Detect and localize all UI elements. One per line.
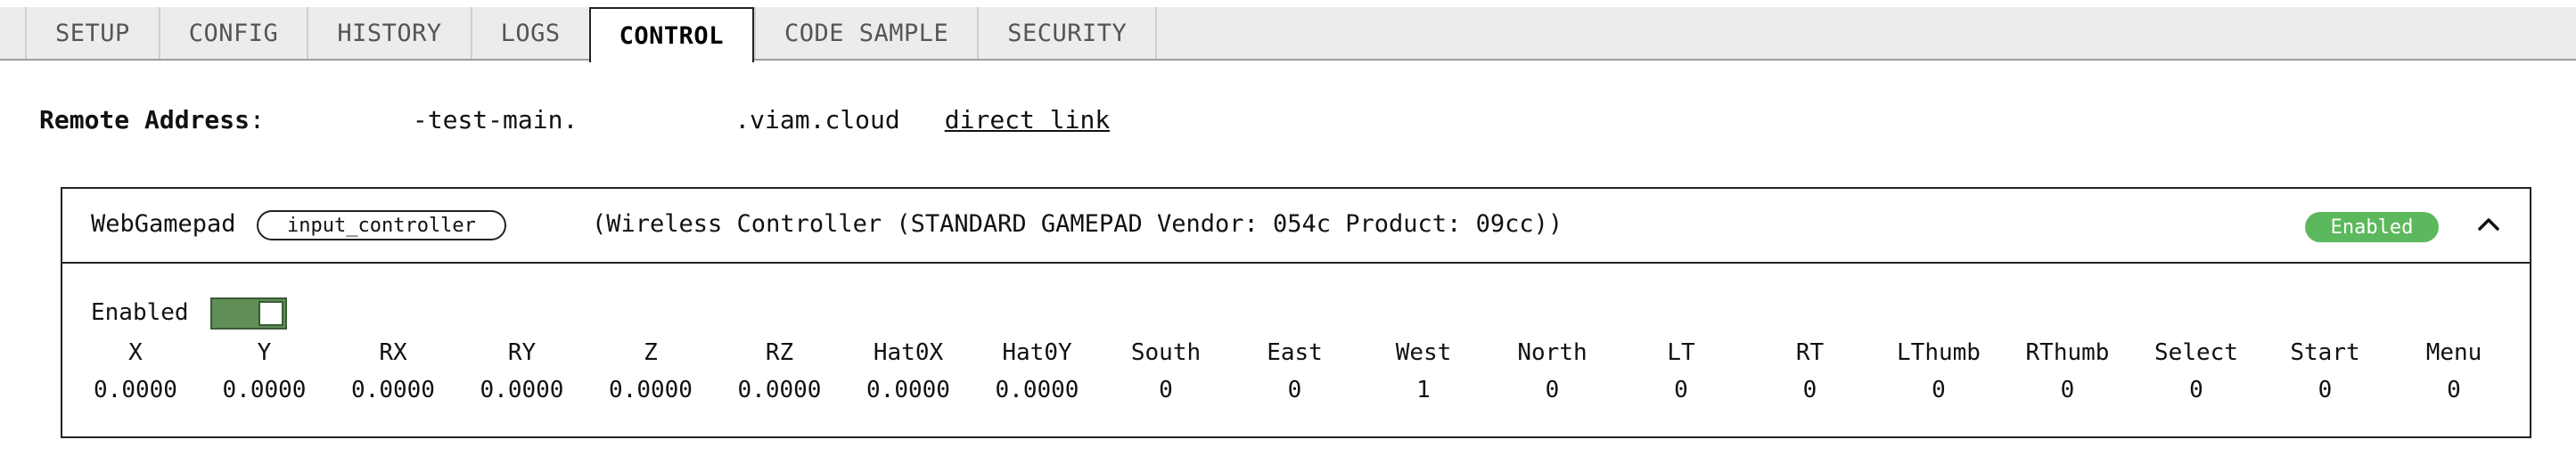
value-rz: 0.0000 <box>737 377 822 403</box>
value-east: 0 <box>1287 377 1302 403</box>
value-hat0y: 0.0000 <box>995 377 1079 403</box>
remote-address-label: Remote Address <box>39 105 250 134</box>
value-hat0x: 0.0000 <box>866 377 950 403</box>
value-rx: 0.0000 <box>351 377 435 403</box>
column-header-rthumb: RThumb <box>2025 339 2110 366</box>
enabled-label: Enabled <box>91 299 189 326</box>
value-ry: 0.0000 <box>480 377 564 403</box>
remote-host-part-2: .viam.cloud <box>734 105 900 134</box>
tab-bar: SETUP CONFIG HISTORY LOGS CONTROL CODE S… <box>0 7 2576 62</box>
column-header-y: Y <box>257 339 272 366</box>
component-name: WebGamepad <box>91 210 236 238</box>
column-header-west: West <box>1395 339 1452 366</box>
tab-setup[interactable]: SETUP <box>25 7 159 59</box>
value-lthumb: 0 <box>1932 377 1946 403</box>
column-header-south: South <box>1130 339 1202 366</box>
column-header-lthumb: LThumb <box>1897 339 1981 366</box>
chevron-up-icon <box>2478 218 2499 231</box>
value-select: 0 <box>2189 377 2203 403</box>
direct-link[interactable]: direct link <box>945 105 1110 134</box>
column-header-hat0y: Hat0Y <box>1002 339 1072 366</box>
tab-logs[interactable]: LOGS <box>470 7 589 59</box>
column-header-rt: RT <box>1795 339 1825 366</box>
column-header-z: Z <box>644 339 658 366</box>
column-header-ry: RY <box>507 339 537 366</box>
value-west: 1 <box>1416 377 1431 403</box>
value-rt: 0 <box>1802 377 1817 403</box>
value-menu: 0 <box>2447 377 2461 403</box>
remote-address-colon: : <box>250 105 265 134</box>
tabs: SETUP CONFIG HISTORY LOGS CONTROL CODE S… <box>25 7 1158 62</box>
column-header-select: Select <box>2154 339 2238 366</box>
value-z: 0.0000 <box>609 377 693 403</box>
tab-config[interactable]: CONFIG <box>158 7 308 59</box>
component-type-pill: input_controller <box>257 210 506 240</box>
tab-history[interactable]: HISTORY <box>307 7 470 59</box>
column-header-hat0x: Hat0X <box>873 339 944 366</box>
collapse-button[interactable] <box>2469 205 2508 244</box>
controls-header-row: X Y RX RY Z RZ Hat0X Hat0Y South East West North LT R… <box>62 337 2530 369</box>
column-header-menu: Menu <box>2425 339 2482 366</box>
remote-address: Remote Address : -test-main. .viam.cloud… <box>39 105 1110 134</box>
value-south: 0 <box>1159 377 1173 403</box>
column-header-north: North <box>1517 339 1587 366</box>
value-start: 0 <box>2318 377 2333 403</box>
page: SETUP CONFIG HISTORY LOGS CONTROL CODE S… <box>0 0 2576 456</box>
column-header-lt: LT <box>1667 339 1695 366</box>
value-north: 0 <box>1545 377 1560 403</box>
tab-security[interactable]: SECURITY <box>977 7 1158 59</box>
column-header-rz: RZ <box>765 339 794 366</box>
value-x: 0.0000 <box>94 377 177 403</box>
column-header-east: East <box>1267 339 1323 366</box>
remote-host-part-1: -test-main. <box>412 105 578 134</box>
status-badge: Enabled <box>2305 212 2439 242</box>
value-rthumb: 0 <box>2060 377 2075 403</box>
component-card: WebGamepad input_controller (Wireless Co… <box>61 187 2531 438</box>
column-header-x: X <box>128 339 143 366</box>
card-header[interactable]: WebGamepad input_controller (Wireless Co… <box>62 189 2530 264</box>
controls-value-row: 0.0000 0.0000 0.0000 0.0000 0.0000 0.0000 0.00… <box>62 374 2530 406</box>
tab-code-sample[interactable]: CODE SAMPLE <box>753 7 977 59</box>
value-y: 0.0000 <box>222 377 307 403</box>
enabled-toggle[interactable] <box>210 297 287 330</box>
column-header-start: Start <box>2290 339 2360 366</box>
column-header-rx: RX <box>379 339 407 366</box>
tab-control[interactable]: CONTROL <box>588 7 754 62</box>
value-lt: 0 <box>1674 377 1688 403</box>
component-description: (Wireless Controller (STANDARD GAMEPAD V… <box>592 210 1563 238</box>
toggle-knob <box>258 301 283 326</box>
